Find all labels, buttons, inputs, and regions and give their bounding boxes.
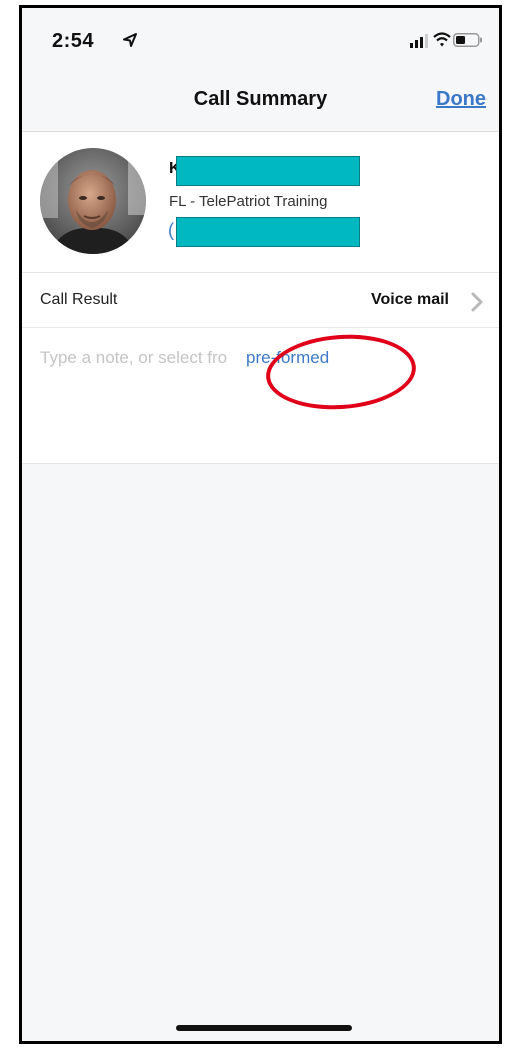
location-arrow-icon: [123, 33, 137, 47]
chevron-right-icon: [471, 292, 483, 312]
contact-card: K FL - TelePatriot Training (: [22, 132, 499, 273]
page-title: Call Summary: [193, 88, 328, 110]
redaction-box-phone: [176, 217, 360, 247]
signal-icon: [410, 34, 428, 48]
phone-screen: 2:54 Call Summary Done K FL - TelePatrio…: [19, 5, 502, 1044]
battery-icon: [453, 33, 482, 47]
contact-phone[interactable]: (: [168, 220, 174, 241]
status-time: 2:54: [52, 30, 95, 52]
contact-organization: FL - TelePatriot Training: [169, 193, 328, 210]
note-input[interactable]: Type a note, or select from pre-formed: [22, 328, 499, 464]
call-result-label: Call Result: [40, 291, 118, 308]
redaction-box-name: [176, 156, 360, 186]
status-bar: 2:54: [22, 8, 499, 68]
note-placeholder-hidden: m: [227, 348, 242, 367]
note-placeholder-text: Type a note, or select fro: [40, 348, 228, 367]
avatar: [40, 148, 146, 254]
contact-photo: [40, 148, 146, 254]
highlight-circle-annotation: [263, 329, 419, 415]
wifi-icon: [433, 32, 451, 47]
call-result-row[interactable]: Call Result Voice mail: [22, 273, 499, 328]
home-indicator[interactable]: [176, 1025, 352, 1031]
navigation-bar: Call Summary Done: [22, 68, 499, 132]
call-result-value: Voice mail: [371, 291, 449, 308]
done-button[interactable]: Done: [436, 88, 486, 111]
